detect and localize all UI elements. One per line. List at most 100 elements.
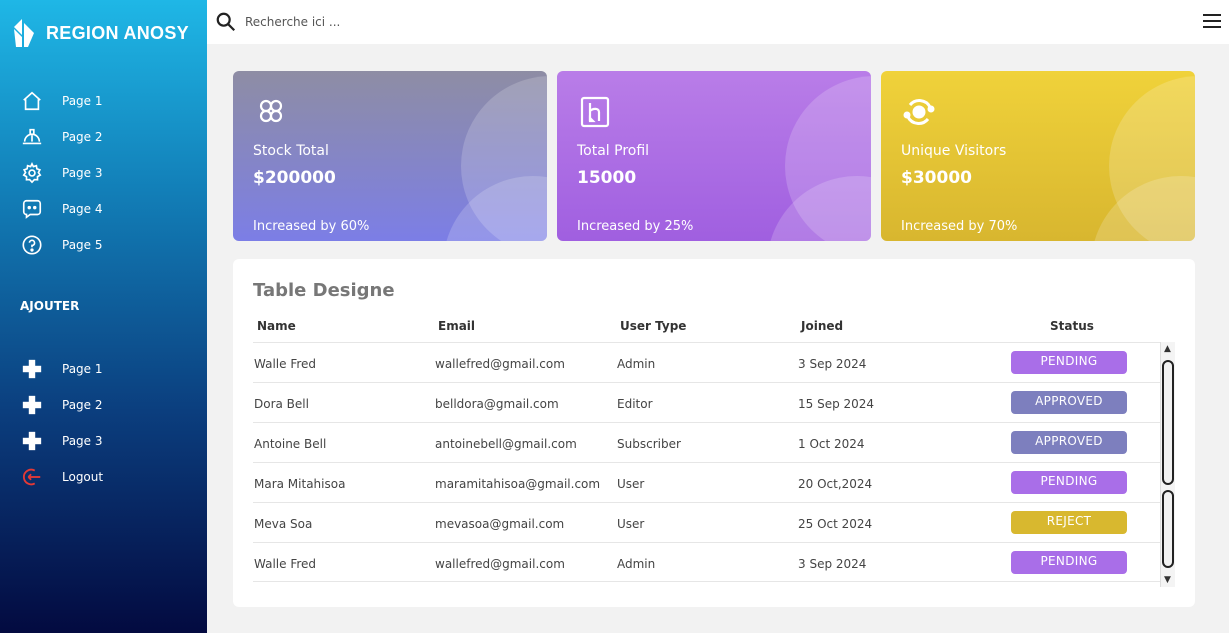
- section-label-ajouter: AJOUTER: [20, 299, 80, 313]
- gear-icon: [20, 161, 44, 185]
- sidebar-item-page-5[interactable]: Page 5: [20, 233, 103, 257]
- card-value: 15000: [577, 168, 637, 188]
- brand-title: REGION ANOSY: [46, 22, 189, 43]
- cell-name: Walle Fred: [254, 357, 317, 371]
- cell-joined: 1 Oct 2024: [798, 437, 865, 451]
- table-row[interactable]: Antoine Bell antoinebell@gmail.com Subsc…: [253, 422, 1160, 462]
- cell-name: Dora Bell: [254, 397, 309, 411]
- plus-icon: [20, 357, 44, 381]
- column-header-joined: Joined: [801, 319, 844, 333]
- logout-label: Logout: [62, 470, 104, 484]
- scroll-up-arrow-icon[interactable]: ▲: [1164, 344, 1171, 354]
- card-title: Unique Visitors: [901, 143, 1007, 159]
- chat-icon: [20, 197, 44, 221]
- search-icon[interactable]: [215, 11, 237, 33]
- search-input[interactable]: [245, 8, 645, 36]
- sidebar-item-label: Page 2: [62, 130, 103, 144]
- orbit-icon: [903, 99, 935, 125]
- sidebar-item-page-2[interactable]: Page 2: [20, 125, 103, 149]
- plus-icon: [20, 393, 44, 417]
- plus-icon: [20, 429, 44, 453]
- cell-joined: 25 Oct 2024: [798, 517, 873, 531]
- scroll-down-arrow-icon[interactable]: ▼: [1164, 575, 1171, 585]
- sidebar: REGION ANOSY Page 1 Page 2 Page 3 Page 4…: [0, 0, 207, 633]
- table-row[interactable]: Dora Bell belldora@gmail.com Editor 15 S…: [253, 382, 1160, 422]
- heroku-icon: [580, 96, 610, 128]
- table-body: Walle Fred wallefred@gmail.com Admin 3 S…: [253, 342, 1175, 587]
- sidebar-item-label: Page 5: [62, 238, 103, 252]
- column-header-user-type: User Type: [620, 319, 687, 333]
- brand[interactable]: REGION ANOSY: [12, 16, 189, 50]
- column-header-status: Status: [1050, 319, 1094, 333]
- status-badge[interactable]: APPROVED: [1011, 391, 1127, 414]
- helmet-icon: [20, 125, 44, 149]
- decor-circle: [1091, 176, 1195, 241]
- table-row[interactable]: Mara Mitahisoa maramitahisoa@gmail.com U…: [253, 462, 1160, 502]
- decor-circle: [443, 176, 547, 241]
- table-row[interactable]: Walle Fred wallefred@gmail.com Admin 3 S…: [253, 542, 1160, 582]
- cell-user-type: User: [617, 477, 645, 491]
- card-subtitle: Increased by 25%: [577, 219, 694, 234]
- cell-name: Mara Mitahisoa: [254, 477, 346, 491]
- cell-email: wallefred@gmail.com: [435, 557, 565, 571]
- cell-email: mevasoa@gmail.com: [435, 517, 565, 531]
- cell-joined: 20 Oct,2024: [798, 477, 873, 491]
- stat-card-stock-total[interactable]: Stock Total $200000 Increased by 60%: [233, 71, 547, 241]
- card-value: $200000: [253, 168, 336, 188]
- sidebar-item-label: Page 3: [62, 434, 103, 448]
- table-row[interactable]: Meva Soa mevasoa@gmail.com User 25 Oct 2…: [253, 502, 1160, 542]
- scrollbar-track[interactable]: [1162, 490, 1174, 568]
- cell-joined: 15 Sep 2024: [798, 397, 875, 411]
- brand-logo-icon: [14, 19, 34, 47]
- sidebar-item-label: Page 1: [62, 94, 103, 108]
- cell-email: maramitahisoa@gmail.com: [435, 477, 601, 491]
- cell-user-type: Subscriber: [617, 437, 681, 451]
- hexagons-icon: [259, 99, 283, 123]
- cell-name: Walle Fred: [254, 557, 317, 571]
- sidebar-add-page-2[interactable]: Page 2: [20, 393, 103, 417]
- topbar: [207, 0, 1229, 44]
- cell-user-type: Admin: [617, 357, 656, 371]
- card-title: Total Profil: [577, 143, 650, 159]
- cell-email: antoinebell@gmail.com: [435, 437, 577, 451]
- status-badge[interactable]: REJECT: [1011, 511, 1127, 534]
- card-subtitle: Increased by 70%: [901, 219, 1018, 234]
- cell-user-type: Editor: [617, 397, 653, 411]
- cell-name: Meva Soa: [254, 517, 313, 531]
- cell-joined: 3 Sep 2024: [798, 357, 867, 371]
- help-icon: [20, 233, 44, 257]
- status-badge[interactable]: PENDING: [1011, 351, 1127, 374]
- table-title: Table Designe: [253, 280, 395, 301]
- cell-name: Antoine Bell: [254, 437, 327, 451]
- cell-email: belldora@gmail.com: [435, 397, 559, 411]
- card-value: $30000: [901, 168, 972, 188]
- sidebar-add-page-1[interactable]: Page 1: [20, 357, 103, 381]
- cell-joined: 3 Sep 2024: [798, 557, 867, 571]
- sidebar-item-label: Page 3: [62, 166, 103, 180]
- status-badge[interactable]: APPROVED: [1011, 431, 1127, 454]
- cell-user-type: User: [617, 517, 645, 531]
- sidebar-item-label: Page 1: [62, 362, 103, 376]
- column-header-email: Email: [438, 319, 476, 333]
- stat-card-total-profil[interactable]: Total Profil 15000 Increased by 25%: [557, 71, 871, 241]
- table-panel: Table Designe Name Email User Type Joine…: [233, 259, 1195, 607]
- stat-card-unique-visitors[interactable]: Unique Visitors $30000 Increased by 70%: [881, 71, 1195, 241]
- sidebar-item-label: Page 4: [62, 202, 103, 216]
- cell-user-type: Admin: [617, 557, 656, 571]
- logout-button[interactable]: Logout: [20, 465, 103, 489]
- sidebar-add-page-3[interactable]: Page 3: [20, 429, 103, 453]
- table-row[interactable]: Walle Fred wallefred@gmail.com Admin 3 S…: [253, 342, 1160, 382]
- table-scrollbar[interactable]: ▲ ▼: [1160, 342, 1175, 587]
- sidebar-item-label: Page 2: [62, 398, 103, 412]
- hamburger-icon[interactable]: [1203, 13, 1221, 29]
- card-title: Stock Total: [253, 143, 329, 159]
- sidebar-item-page-1[interactable]: Page 1: [20, 89, 103, 113]
- decor-circle: [767, 176, 871, 241]
- sidebar-item-page-3[interactable]: Page 3: [20, 161, 103, 185]
- scrollbar-thumb[interactable]: [1162, 360, 1174, 485]
- logout-icon: [20, 465, 44, 489]
- status-badge[interactable]: PENDING: [1011, 471, 1127, 494]
- sidebar-item-page-4[interactable]: Page 4: [20, 197, 103, 221]
- status-badge[interactable]: PENDING: [1011, 551, 1127, 574]
- home-icon: [20, 89, 44, 113]
